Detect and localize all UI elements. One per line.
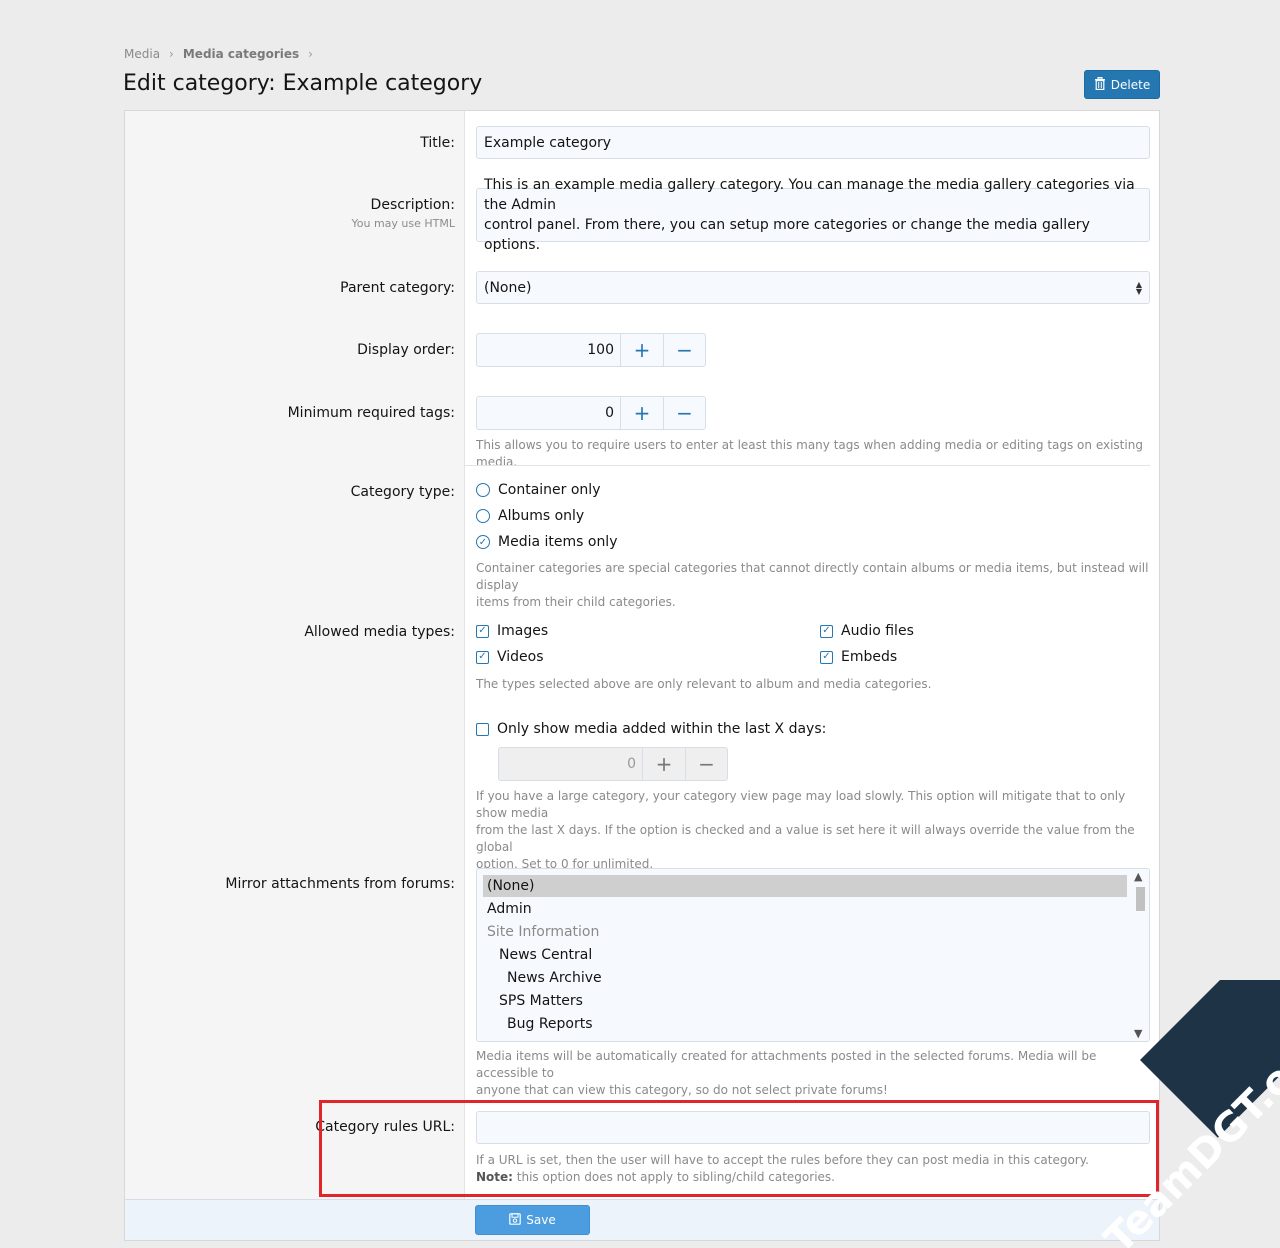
scroll-down-icon[interactable]: ▼ [1134, 1027, 1142, 1040]
description-textarea[interactable]: This is an example media gallery categor… [476, 177, 1150, 253]
decrement-button[interactable]: − [685, 748, 727, 780]
delete-button[interactable]: Delete [1084, 70, 1160, 99]
checkbox-images[interactable]: ✓ Images [476, 623, 548, 639]
checkbox-audio-files[interactable]: ✓ Audio files [820, 623, 914, 639]
save-icon [509, 1212, 522, 1228]
title-label: Title: [420, 135, 455, 151]
rules-url-explain: If a URL is set, then the user will have… [476, 1152, 1089, 1186]
rules-url-label: Category rules URL: [315, 1119, 455, 1135]
decrement-button[interactable]: − [663, 334, 705, 366]
increment-button[interactable]: + [621, 334, 663, 366]
edit-category-form: Title: Example category Description: You… [124, 110, 1160, 1241]
parent-category-select[interactable]: (None) ▲ ▼ [476, 271, 1150, 304]
checkbox-embeds[interactable]: ✓ Embeds [820, 649, 897, 665]
scrollbar-thumb[interactable] [1136, 887, 1145, 911]
min-tags-stepper: 0 + − [476, 396, 706, 430]
min-tags-input[interactable]: 0 [477, 397, 621, 429]
radio-label: Media items only [498, 534, 618, 550]
parent-category-label: Parent category: [340, 280, 455, 296]
trash-icon [1094, 76, 1106, 93]
select-arrows-icon: ▲ ▼ [1135, 279, 1142, 296]
forum-option[interactable]: Site Information [483, 921, 1127, 943]
display-order-stepper: 100 + − [476, 333, 706, 367]
recent-limit-input[interactable]: 0 [499, 748, 643, 780]
explain-line: If you have a large category, your categ… [476, 789, 1126, 820]
forum-option[interactable]: News Archive [483, 967, 1127, 989]
explain-note: Note: this option does not apply to sibl… [476, 1169, 1089, 1186]
breadcrumb-separator: › [169, 47, 174, 61]
forum-option[interactable]: News Central [483, 944, 1127, 966]
checkbox-label: Images [497, 623, 549, 639]
rules-url-input[interactable] [476, 1111, 1150, 1144]
label-column [125, 111, 465, 1199]
mirror-forums-explain: Media items will be automatically create… [476, 1048, 1159, 1099]
forum-option[interactable]: Admin [483, 898, 1127, 920]
breadcrumb-separator: › [308, 47, 313, 61]
forum-option[interactable]: SPS Matters [483, 990, 1127, 1012]
checkbox-label: Audio files [841, 623, 914, 639]
note-text: this option does not apply to sibling/ch… [512, 1170, 835, 1184]
explain-line: Container categories are special categor… [476, 561, 1149, 592]
listbox-scrollbar[interactable]: ▲ ▼ [1132, 869, 1149, 1041]
recent-limit-stepper: 0 + − [498, 747, 728, 781]
explain-line: anyone that can view this category, so d… [476, 1083, 888, 1097]
form-footer [125, 1199, 1159, 1240]
scroll-up-icon[interactable]: ▲ [1134, 870, 1142, 883]
parent-category-value: (None) [484, 279, 532, 296]
forum-option[interactable]: (None) [483, 875, 1127, 897]
section-divider [465, 465, 1150, 466]
radio-unchecked-icon [476, 509, 490, 523]
media-types-explain: The types selected above are only releva… [476, 677, 932, 691]
increment-button[interactable]: + [621, 397, 663, 429]
explain-line: If a URL is set, then the user will have… [476, 1153, 1089, 1167]
checkbox-checked-icon: ✓ [476, 624, 489, 638]
radio-label: Container only [498, 482, 601, 498]
page-title: Edit category: Example category [123, 71, 483, 96]
radio-label: Albums only [498, 508, 585, 524]
checkbox-checked-icon: ✓ [820, 650, 833, 664]
forum-option[interactable]: Bug Reports [483, 1013, 1127, 1035]
radio-container-only[interactable]: Container only [476, 482, 600, 498]
checkbox-unchecked-icon [476, 722, 489, 736]
description-label: Description: [370, 197, 455, 213]
radio-unchecked-icon [476, 483, 490, 497]
title-input[interactable]: Example category [476, 126, 1150, 159]
recent-limit-explain: If you have a large category, your categ… [476, 788, 1159, 873]
radio-checked-icon: ✓ [476, 535, 490, 549]
explain-line: Media items will be automatically create… [476, 1049, 1097, 1080]
watermark-band [1140, 980, 1280, 1138]
increment-button[interactable]: + [643, 748, 685, 780]
checkbox-label: Embeds [841, 649, 898, 665]
category-type-label: Category type: [350, 484, 455, 500]
radio-media-items-only[interactable]: ✓ Media items only [476, 534, 618, 550]
explain-line: from the last X days. If the option is c… [476, 823, 1135, 854]
checkbox-label: Videos [497, 649, 544, 665]
note-label: Note: [476, 1170, 513, 1184]
save-button[interactable]: Save [475, 1205, 590, 1235]
checkbox-label: Only show media added within the last X … [497, 721, 827, 737]
min-tags-label: Minimum required tags: [287, 405, 455, 421]
mirror-forums-listbox[interactable]: (None) Admin Site Information News Centr… [476, 868, 1150, 1042]
breadcrumb-media-categories-link[interactable]: Media categories [183, 47, 299, 61]
save-button-label: Save [526, 1213, 556, 1227]
checkbox-videos[interactable]: ✓ Videos [476, 649, 544, 665]
checkbox-checked-icon: ✓ [476, 650, 489, 664]
display-order-input[interactable]: 100 [477, 334, 621, 366]
description-text-line: control panel. From there, you can setup… [484, 217, 1090, 253]
display-order-label: Display order: [357, 342, 455, 358]
description-hint: You may use HTML [351, 217, 456, 230]
description-text-line: This is an example media gallery categor… [484, 177, 1135, 213]
media-types-label: Allowed media types: [304, 624, 455, 640]
breadcrumb: Media › Media categories › [124, 47, 313, 61]
checkbox-recent-limit[interactable]: Only show media added within the last X … [476, 721, 826, 737]
category-type-explain: Container categories are special categor… [476, 560, 1159, 611]
radio-albums-only[interactable]: Albums only [476, 508, 584, 524]
delete-button-label: Delete [1110, 77, 1151, 92]
decrement-button[interactable]: − [663, 397, 705, 429]
explain-line: items from their child categories. [476, 595, 676, 609]
mirror-forums-label: Mirror attachments from forums: [225, 876, 455, 892]
breadcrumb-media-link[interactable]: Media [124, 47, 160, 61]
checkbox-checked-icon: ✓ [820, 624, 833, 638]
